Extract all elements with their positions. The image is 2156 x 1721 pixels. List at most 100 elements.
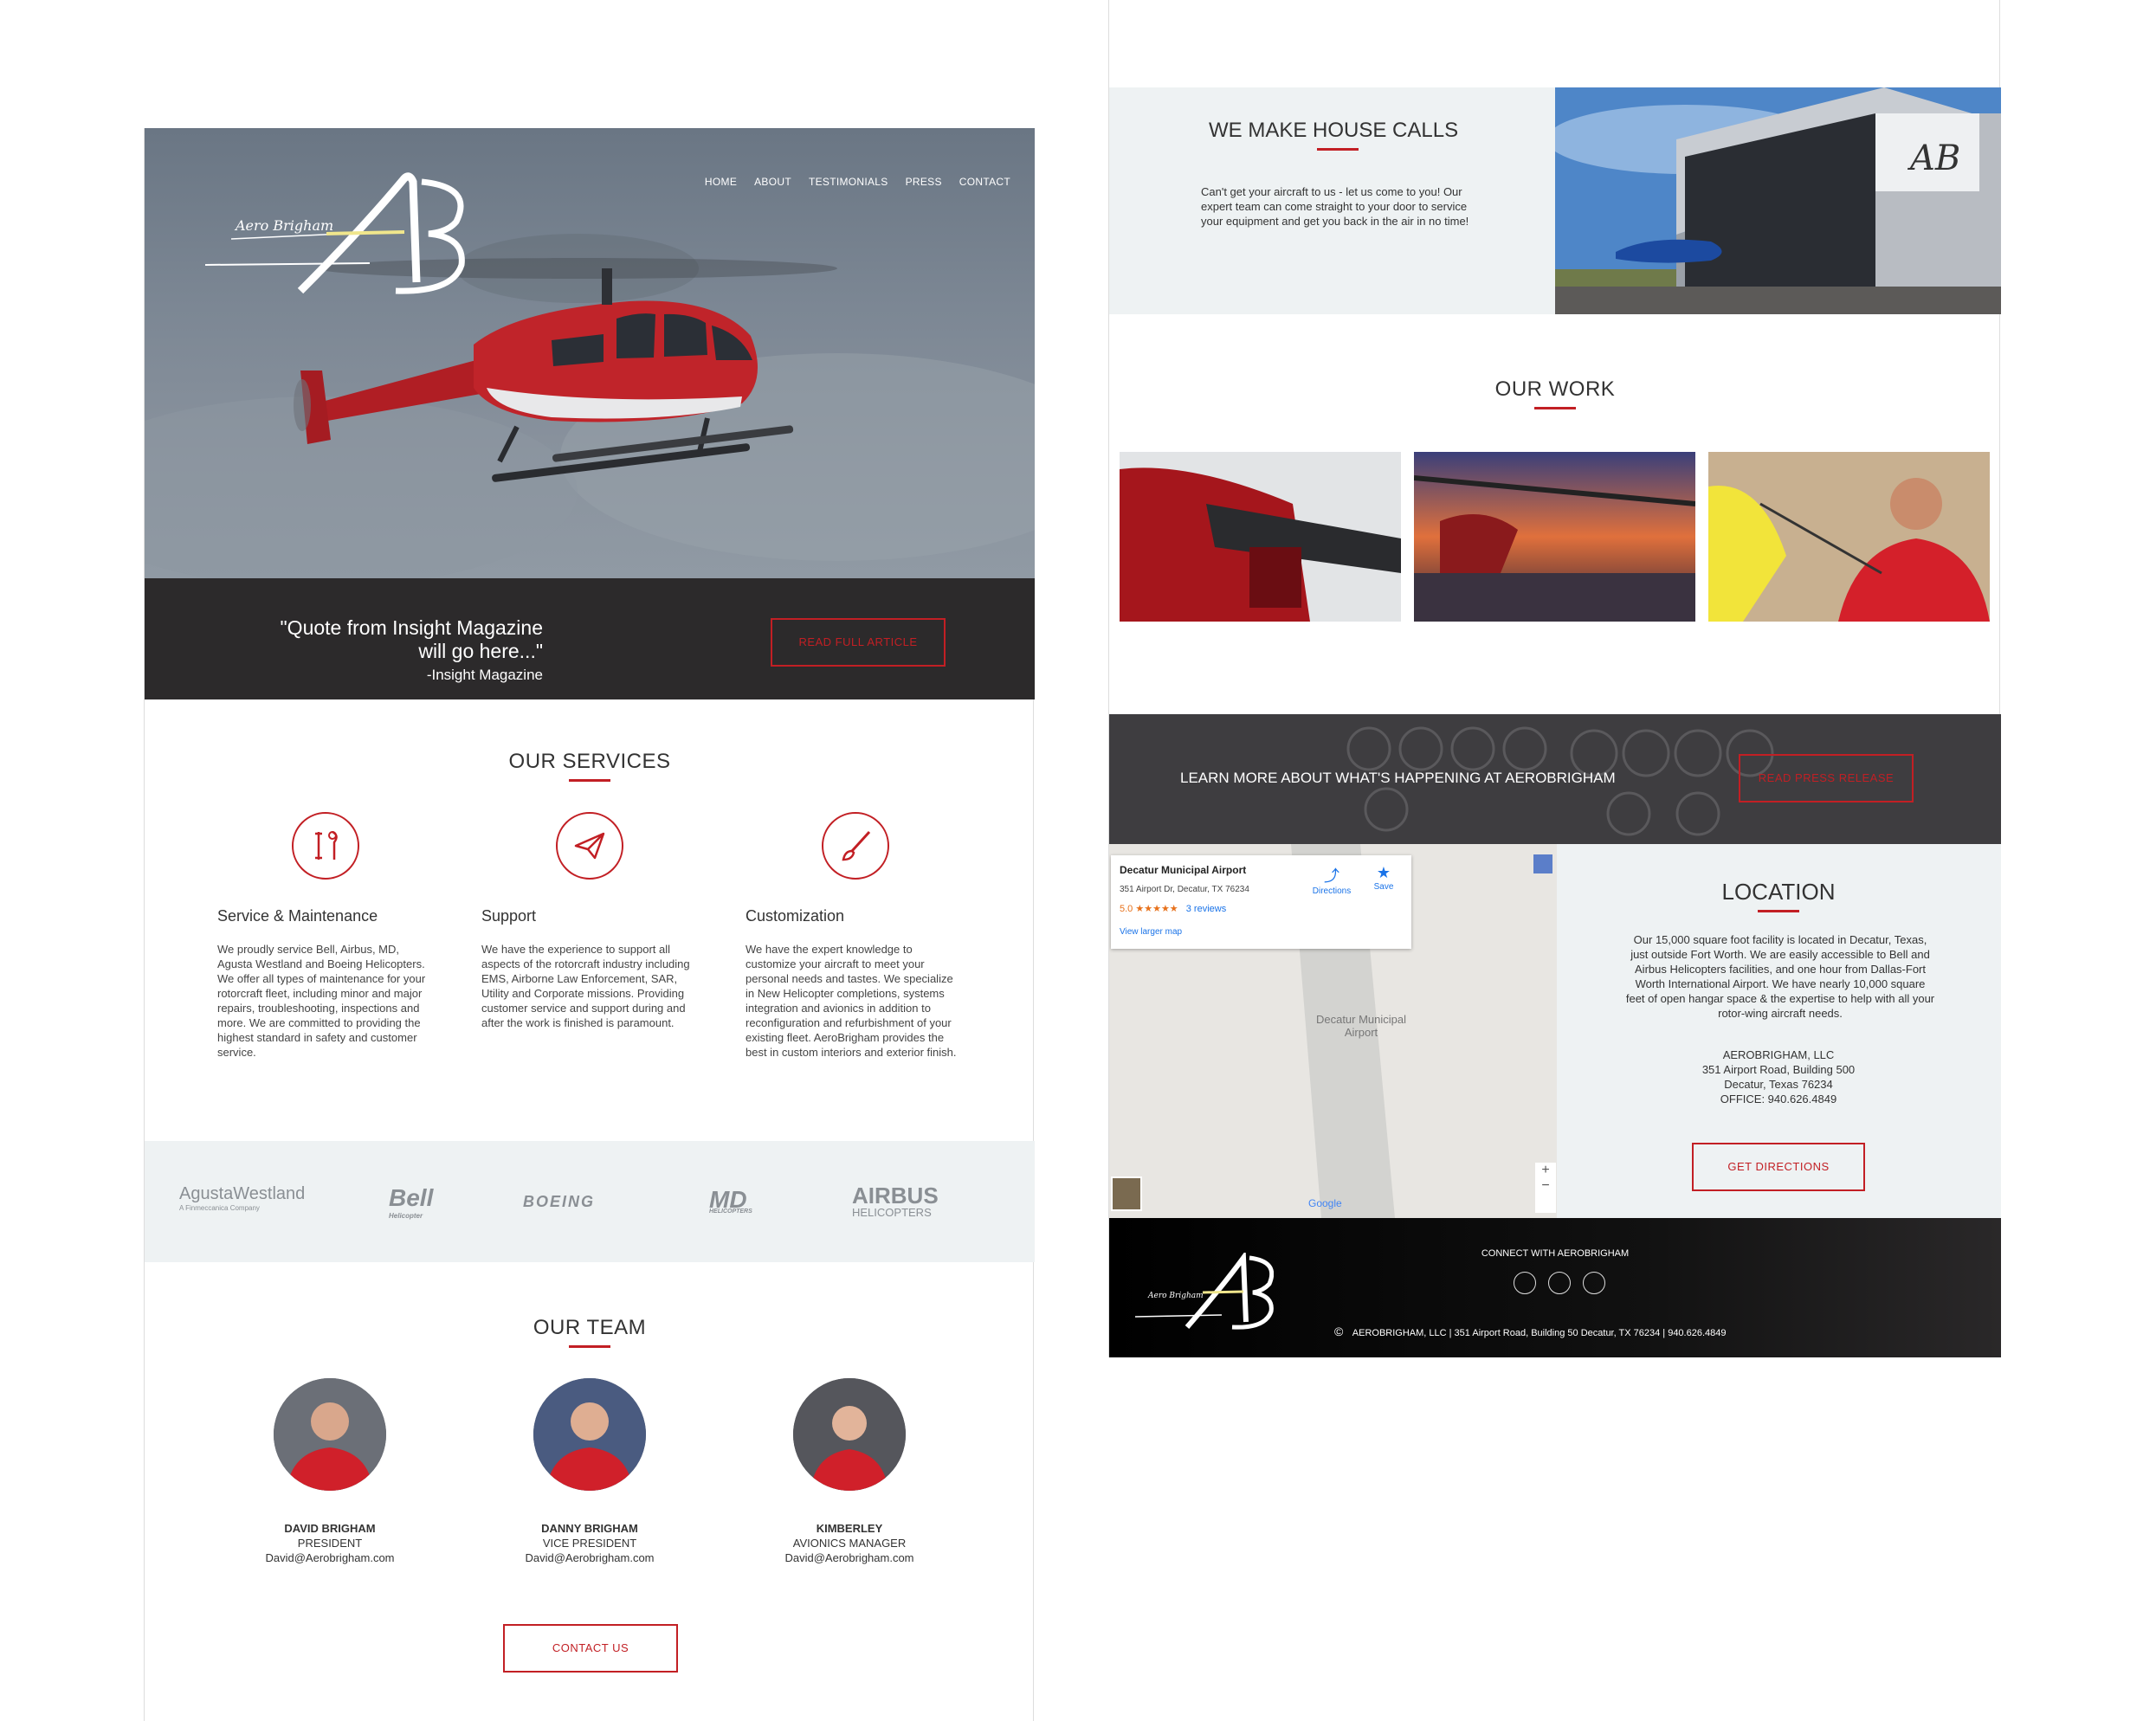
quote-source: -Insight Magazine	[426, 667, 543, 683]
rating-stars: ★★★★★	[1135, 904, 1178, 914]
member-email[interactable]: David@Aerobrigham.com	[235, 1551, 425, 1564]
nav-home[interactable]: HOME	[705, 176, 737, 188]
avatar	[793, 1378, 906, 1491]
press-text: LEARN MORE ABOUT WHAT'S HAPPENING AT AER…	[1180, 770, 1616, 786]
map-place-card: Decatur Municipal Airport 351 Airport Dr…	[1111, 855, 1411, 949]
directions-button[interactable]: ⤴ Directions	[1306, 864, 1358, 896]
brand-sub: HELICOPTERS	[709, 1209, 752, 1215]
directions-label: Directions	[1312, 886, 1352, 896]
quote-band: "Quote from Insight Magazine will go her…	[145, 578, 1035, 699]
view-larger-map-link[interactable]: View larger map	[1120, 927, 1182, 937]
place-rating: 5.0 ★★★★★ 3 reviews	[1120, 903, 1226, 914]
contact-us-button[interactable]: CONTACT US	[503, 1624, 678, 1673]
google-logo: Google	[1308, 1197, 1342, 1209]
social-icon-1[interactable]	[1514, 1272, 1536, 1294]
service-text-customization: We have the expert knowledge to customiz…	[746, 943, 957, 1059]
paper-plane-icon	[556, 812, 623, 880]
agustawestland-logo: AgustaWestland A Finmeccanica Company	[179, 1184, 305, 1212]
service-title-maintenance: Service & Maintenance	[217, 907, 378, 925]
svg-text:Aero Brigham: Aero Brigham	[1147, 1292, 1204, 1300]
footer-copyright: © AEROBRIGHAM, LLC | 351 Airport Road, B…	[1334, 1325, 1727, 1338]
member-email[interactable]: David@Aerobrigham.com	[494, 1551, 685, 1564]
star-icon: ★	[1376, 864, 1391, 881]
company-name: AEROBRIGHAM, LLC	[1722, 1048, 1835, 1061]
tools-icon	[292, 812, 359, 880]
avatar	[274, 1378, 386, 1491]
member-role: AVIONICS MANAGER	[792, 1537, 907, 1550]
member-role: PRESIDENT	[297, 1537, 363, 1550]
location-text: Our 15,000 square foot facility is locat…	[1625, 933, 1935, 1020]
reviews-link[interactable]: 3 reviews	[1186, 904, 1226, 914]
copyright-text: AEROBRIGHAM, LLC | 351 Airport Road, Bui…	[1352, 1328, 1727, 1338]
member-email[interactable]: David@Aerobrigham.com	[754, 1551, 945, 1564]
svg-text:AB: AB	[1907, 139, 1960, 178]
save-button[interactable]: ★ Save	[1366, 864, 1401, 892]
quote-text: "Quote from Insight Magazine will go her…	[280, 616, 543, 662]
partner-logos-band: AgustaWestland A Finmeccanica Company Be…	[145, 1141, 1035, 1262]
rating-value: 5.0	[1120, 904, 1133, 914]
paintbrush-icon	[822, 812, 889, 880]
satellite-thumbnail[interactable]	[1111, 1176, 1142, 1211]
house-calls-section: WE MAKE HOUSE CALLS Can't get your aircr…	[1109, 87, 1555, 314]
brand-name: Bell	[389, 1184, 434, 1211]
title-underline	[1317, 148, 1359, 151]
address-block: AEROBRIGHAM, LLC 351 Airport Road, Build…	[1605, 1047, 1952, 1106]
brand-sub: A Finmeccanica Company	[179, 1204, 260, 1212]
location-section: LOCATION Our 15,000 square foot facility…	[1557, 844, 2001, 1218]
member-role: VICE PRESIDENT	[542, 1537, 637, 1550]
avatar	[533, 1378, 646, 1491]
save-label: Save	[1373, 882, 1394, 892]
pegman-icon[interactable]	[1533, 854, 1552, 873]
house-calls-title: WE MAKE HOUSE CALLS	[1209, 119, 1459, 142]
testimonial-quote: "Quote from Insight Magazine will go her…	[266, 616, 543, 684]
design-board: Aero Brigham HOME ABOUT TESTIMONIALS PRE…	[0, 0, 2156, 1721]
nav-press[interactable]: PRESS	[906, 176, 942, 188]
homepage-mockup-right: WE MAKE HOUSE CALLS Can't get your aircr…	[1108, 0, 2001, 1357]
homepage-mockup-left: Aero Brigham HOME ABOUT TESTIMONIALS PRE…	[144, 128, 1035, 1721]
work-photo-2[interactable]	[1414, 452, 1695, 622]
footer-logo: Aero Brigham	[1134, 1253, 1274, 1330]
service-text-maintenance: We proudly service Bell, Airbus, MD, Agu…	[217, 943, 426, 1059]
connect-text: CONNECT WITH AEROBRIGHAM	[1481, 1248, 1630, 1259]
aerobrigham-logo: Aero Brigham	[204, 172, 465, 294]
work-title: OUR WORK	[1494, 377, 1616, 401]
google-map[interactable]: Decatur Municipal Airport Decatur Munici…	[1109, 844, 1557, 1218]
social-icon-3[interactable]	[1583, 1272, 1605, 1294]
map-label: Decatur Municipal Airport	[1315, 1013, 1407, 1039]
read-full-article-button[interactable]: READ FULL ARTICLE	[771, 618, 946, 667]
service-text-support: We have the experience to support all as…	[481, 943, 690, 1029]
hero-banner: Aero Brigham HOME ABOUT TESTIMONIALS PRE…	[145, 128, 1035, 578]
zoom-controls: + −	[1535, 1163, 1556, 1213]
office-phone: OFFICE: 940.626.4849	[1720, 1093, 1837, 1105]
site-footer: Aero Brigham CONNECT WITH AEROBRIGHAM © …	[1109, 1218, 2001, 1357]
brand-name: AIRBUS	[852, 1183, 939, 1209]
brand-name: AgustaWestland	[179, 1184, 306, 1203]
services-title: OUR SERVICES	[508, 750, 671, 773]
nav-testimonials[interactable]: TESTIMONIALS	[809, 176, 888, 188]
nav-about[interactable]: ABOUT	[754, 176, 791, 188]
location-title: LOCATION	[1721, 879, 1836, 905]
zoom-in-button[interactable]: +	[1535, 1163, 1556, 1178]
boeing-logo: BOEING	[523, 1193, 596, 1210]
brand-sub: Helicopter	[389, 1212, 423, 1220]
service-title-customization: Customization	[746, 907, 845, 925]
title-underline	[1758, 910, 1799, 912]
zoom-out-button[interactable]: −	[1535, 1178, 1556, 1194]
get-directions-button[interactable]: GET DIRECTIONS	[1692, 1143, 1865, 1191]
social-icon-2[interactable]	[1548, 1272, 1571, 1294]
hangar-photo: AB	[1555, 87, 2001, 314]
nav-contact[interactable]: CONTACT	[959, 176, 1010, 188]
copyright-icon: ©	[1334, 1325, 1344, 1338]
place-address: 351 Airport Dr, Decatur, TX 76234	[1120, 885, 1249, 894]
city-state-zip: Decatur, Texas 76234	[1724, 1078, 1833, 1091]
brand-sub: HELICOPTERS	[852, 1206, 932, 1219]
svg-text:Aero Brigham: Aero Brigham	[234, 217, 333, 234]
press-band: LEARN MORE ABOUT WHAT'S HAPPENING AT AER…	[1109, 714, 2001, 844]
airbus-helicopters-logo: AIRBUS HELICOPTERS	[852, 1183, 939, 1219]
work-photo-3[interactable]	[1708, 452, 1990, 622]
team-title: OUR TEAM	[533, 1316, 647, 1339]
md-helicopters-logo: MD HELICOPTERS	[709, 1186, 752, 1215]
work-photo-1[interactable]	[1120, 452, 1401, 622]
title-underline	[1534, 407, 1576, 409]
read-press-release-button[interactable]: READ PRESS RELEASE	[1739, 754, 1914, 802]
